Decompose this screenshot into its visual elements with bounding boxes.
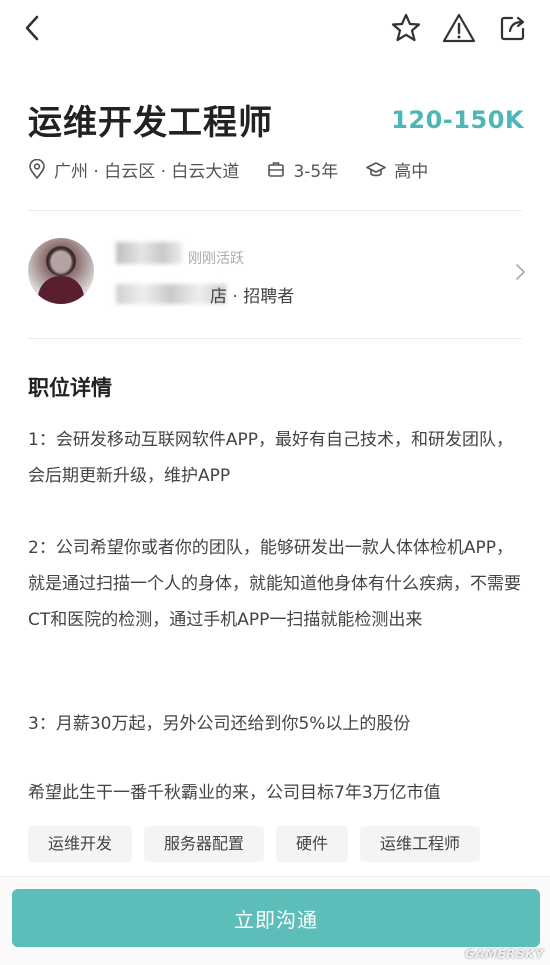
skill-tag: 硬件 — [276, 826, 349, 862]
chat-now-button[interactable]: 立即沟通 — [12, 889, 540, 947]
share-button[interactable] — [495, 10, 531, 46]
divider — [28, 338, 522, 339]
description-paragraph-2: 2：公司希望你或者你的团队，能够研发出一款人体体检机APP，就是通过扫描一个人的… — [28, 538, 521, 630]
education-meta: 高中 — [366, 157, 428, 182]
experience-text: 3-5年 — [293, 161, 339, 182]
skill-tag: 运维开发 — [28, 826, 133, 862]
company-role: 店 · 招聘者 — [210, 287, 295, 307]
section-title: 职位详情 — [28, 376, 112, 400]
bottom-action-bar: 立即沟通 GAMERSKY — [0, 876, 550, 965]
warning-icon — [442, 13, 476, 43]
skill-tag: 服务器配置 — [144, 826, 265, 862]
share-icon — [500, 16, 525, 41]
location-icon — [29, 159, 45, 179]
skill-tags: 运维开发 服务器配置 硬件 运维工程师 — [28, 826, 530, 862]
location-meta: 广州 · 白云区 · 白云大道 — [28, 157, 239, 182]
location-text: 广州 · 白云区 · 白云大道 — [54, 161, 240, 182]
watermark: GAMERSKY — [464, 947, 544, 961]
description-paragraph-3: 3：月薪30万起，另外公司还给到你5%以上的股份 — [28, 714, 411, 734]
favorite-button[interactable] — [388, 10, 424, 46]
job-title: 运维开发工程师 — [28, 103, 273, 143]
avatar — [28, 238, 94, 304]
back-icon — [25, 15, 39, 41]
back-button[interactable] — [14, 10, 50, 46]
recruiter-card[interactable]: 刚刚活跃 店 · 招聘者 — [28, 232, 530, 314]
skill-tag: 运维工程师 — [360, 826, 481, 862]
active-status: 刚刚活跃 — [188, 251, 244, 267]
briefcase-icon — [268, 162, 285, 177]
top-navigation-bar — [0, 0, 550, 58]
chevron-right-icon — [516, 264, 525, 280]
graduation-cap-icon — [366, 162, 387, 177]
education-text: 高中 — [394, 161, 429, 182]
star-icon — [391, 13, 421, 42]
description-paragraph-4: 希望此生干一番千秋霸业的来，公司目标7年3万亿市值 — [28, 783, 441, 803]
salary-range: 120-150K — [391, 106, 524, 134]
job-meta: 广州 · 白云区 · 白云大道 3-5年 高中 — [28, 155, 530, 183]
experience-meta: 3-5年 — [267, 157, 338, 182]
description-paragraph-1: 1：会研发移动互联网软件APP，最好有自己技术，和研发团队，会后期更新升级，维护… — [28, 430, 513, 486]
divider — [28, 210, 522, 211]
report-button[interactable] — [441, 10, 477, 46]
recruiter-name-redacted — [116, 242, 182, 264]
